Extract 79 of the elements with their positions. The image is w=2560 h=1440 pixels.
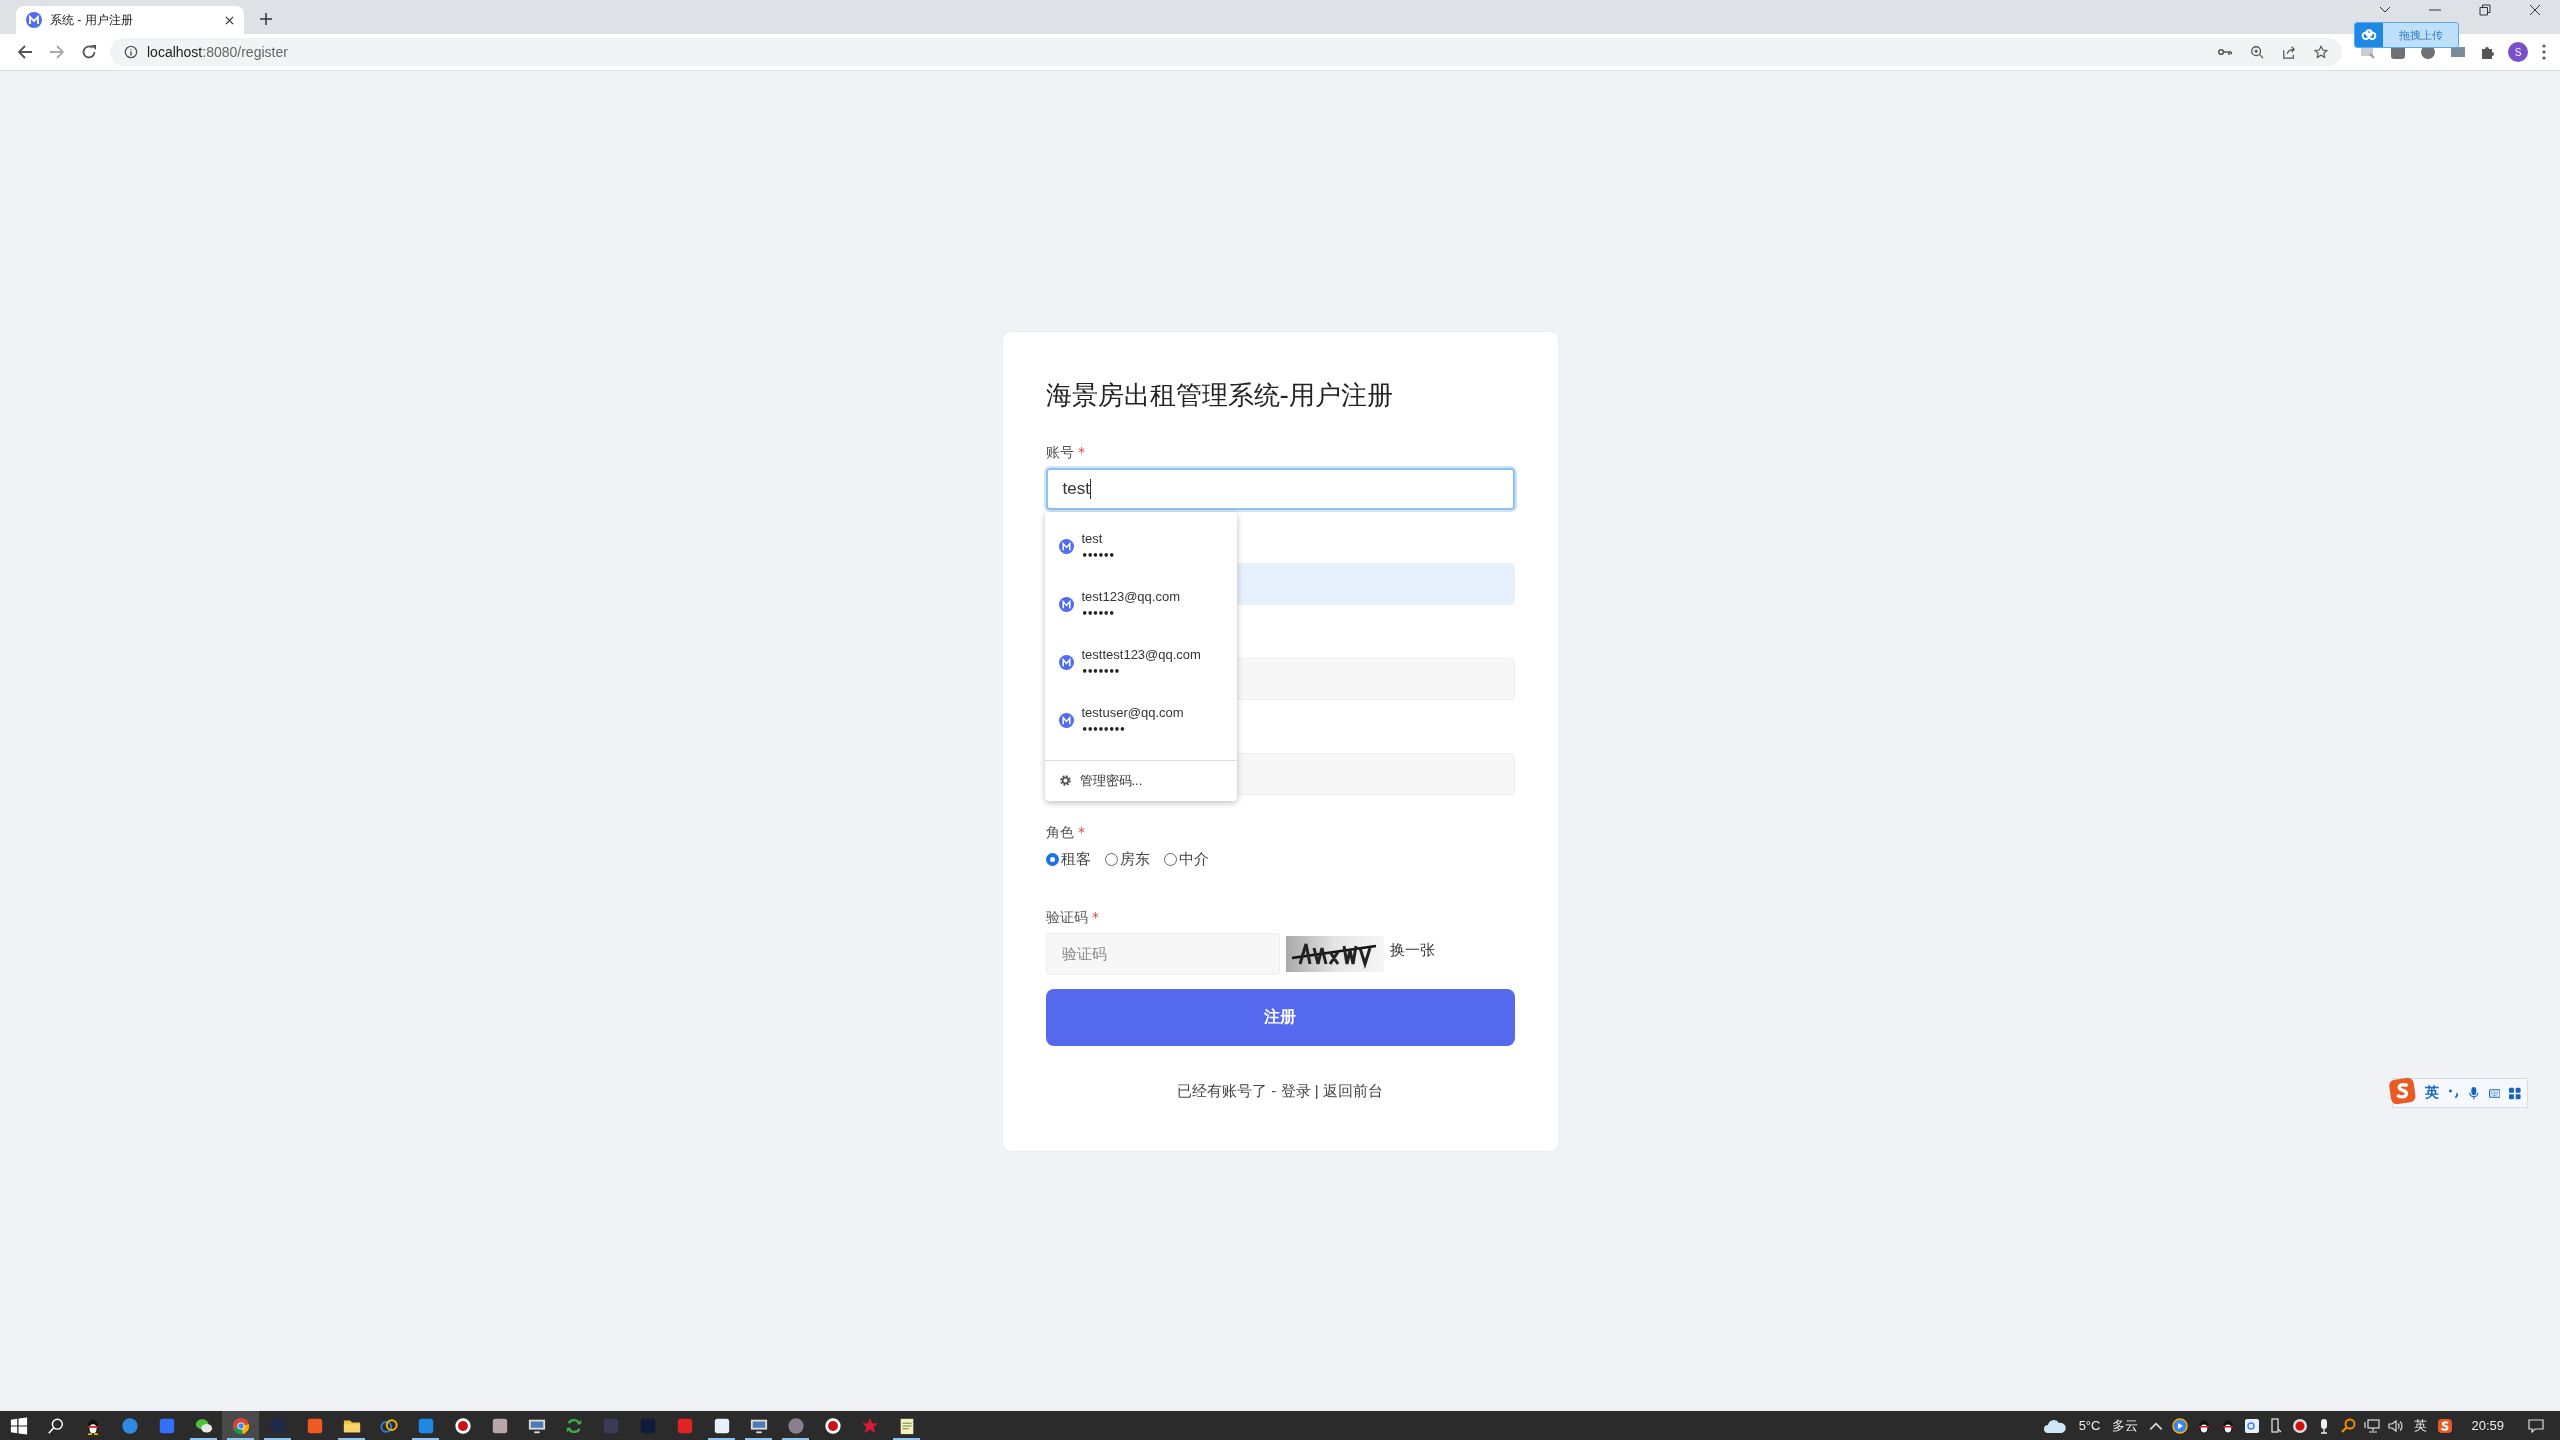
app-icon [305, 1416, 324, 1435]
url-text: localhost:8080/register [147, 44, 288, 60]
microphone-icon[interactable] [2468, 1086, 2480, 1100]
star-icon[interactable] [2314, 45, 2328, 59]
site-logo-icon [1058, 713, 1074, 728]
restore-icon[interactable] [2479, 3, 2491, 16]
saved-password-item[interactable]: test123@qq.com •••••• [1044, 575, 1237, 634]
extension-icon[interactable] [2450, 44, 2466, 60]
input-mode-toggle[interactable]: 英 [2424, 1084, 2439, 1102]
saved-password-item[interactable]: testtest123@qq.com ••••••• [1044, 633, 1237, 692]
role-radio[interactable]: 房东 [1104, 850, 1150, 869]
app-icon [268, 1416, 287, 1435]
profile-avatar[interactable]: S [2508, 42, 2528, 62]
s-logo-icon[interactable] [2437, 1417, 2454, 1434]
close-icon[interactable] [2529, 3, 2541, 16]
refresh-captcha-link[interactable]: 换一张 [1389, 941, 1435, 960]
back-icon[interactable] [17, 44, 33, 60]
chat-bubbles-icon [194, 1416, 213, 1435]
field-label: 账号 * [1045, 442, 1086, 462]
notification-icon[interactable] [2528, 1417, 2544, 1434]
reload-icon[interactable] [81, 44, 97, 60]
temperature-text: 5°C [2078, 1418, 2101, 1433]
captcha-field[interactable]: 验证码 [1045, 932, 1280, 975]
record-icon[interactable] [2292, 1417, 2309, 1434]
share-icon[interactable] [2282, 45, 2296, 59]
app-icon [712, 1416, 731, 1435]
menu-icon[interactable] [2542, 44, 2546, 60]
site-logo-icon [1058, 655, 1074, 670]
address-bar[interactable]: localhost:8080/register [110, 38, 2342, 66]
site-logo-icon [1058, 539, 1074, 554]
app-icon [675, 1416, 694, 1435]
grid-icon[interactable] [2509, 1086, 2521, 1100]
saved-password-item[interactable]: test •••••• [1044, 517, 1237, 576]
back-home-link[interactable]: 返回前台 [1322, 1081, 1383, 1099]
page-title: 海景房出租管理系统-用户注册 [1045, 378, 1394, 412]
app-icon [416, 1416, 435, 1435]
play-icon[interactable] [2172, 1417, 2189, 1434]
rings-icon [379, 1416, 398, 1435]
weather-text: 多云 [2112, 1416, 2139, 1435]
search-icon[interactable] [2340, 1417, 2357, 1434]
role-radio[interactable]: 租客 [1045, 850, 1091, 869]
clock-text: 20:59 [2471, 1418, 2504, 1433]
record-icon [453, 1416, 472, 1435]
plus-icon[interactable] [260, 13, 272, 25]
app-icon [157, 1416, 176, 1435]
puzzle-icon[interactable] [2480, 44, 2496, 60]
windows-icon [9, 1416, 28, 1435]
login-link[interactable]: 登录 [1280, 1081, 1311, 1099]
keyboard-icon[interactable] [2488, 1086, 2501, 1100]
role-radio[interactable]: 中介 [1163, 850, 1209, 869]
field-label: 角色 * [1045, 822, 1086, 842]
cloud-icon[interactable] [2042, 1417, 2067, 1434]
field-label: 验证码 * [1045, 907, 1100, 927]
app-icon [786, 1416, 805, 1435]
settings-icon [1058, 774, 1072, 787]
star-icon [860, 1416, 879, 1435]
manage-passwords-item[interactable]: 管理密码... [1044, 759, 1237, 801]
app-icon [490, 1416, 509, 1435]
browser-tab[interactable]: 系统 - 用户注册 [16, 6, 244, 34]
record-icon [823, 1416, 842, 1435]
cloud-app-icon[interactable] [2244, 1417, 2261, 1434]
site-logo-icon [26, 12, 42, 28]
register-button[interactable]: 注册 [1045, 988, 1515, 1046]
info-icon [124, 45, 138, 59]
saved-password-item[interactable]: testuser@qq.com •••••••• [1044, 691, 1237, 750]
account-field[interactable]: test [1045, 467, 1515, 510]
input-mode-indicator[interactable]: 英 [2414, 1416, 2428, 1435]
search-icon [46, 1416, 65, 1435]
app-icon [120, 1416, 139, 1435]
browser-icon [231, 1416, 250, 1435]
volume-icon[interactable] [2388, 1417, 2405, 1434]
sync-icon [564, 1416, 583, 1435]
close-icon[interactable] [225, 15, 234, 25]
network-icon[interactable] [2364, 1417, 2381, 1434]
app-icon [638, 1416, 657, 1435]
zoom-in-icon[interactable] [2250, 45, 2264, 59]
site-logo-icon [1058, 597, 1074, 612]
login-prompt: 已经有账号了 - 登录 | 返回前台 [1176, 1080, 1384, 1101]
app-icon [601, 1416, 620, 1435]
